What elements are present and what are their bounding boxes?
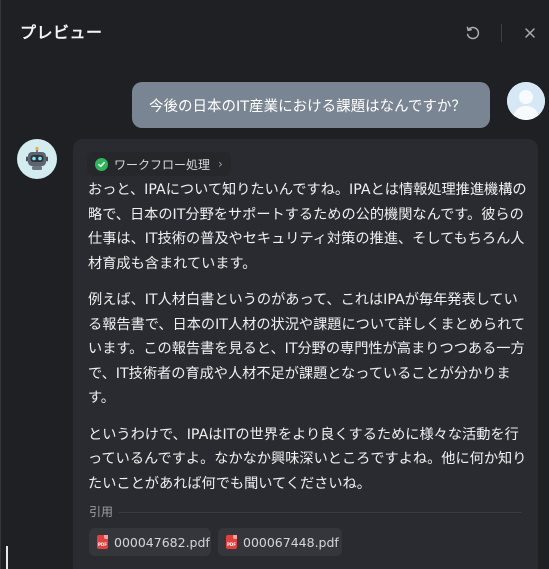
header-divider bbox=[501, 24, 502, 42]
refresh-icon bbox=[466, 26, 480, 40]
check-circle-icon bbox=[95, 157, 108, 171]
citation-divider bbox=[119, 512, 521, 513]
user-message-bubble: 今後の日本のIT産業における課題はなんですか？ bbox=[132, 82, 490, 128]
bot-answer-text: おっと、IPAについて知りたいんですね。IPAとは情報処理推進機構の略で、日本の… bbox=[88, 178, 528, 508]
user-avatar-icon bbox=[507, 82, 545, 120]
user-avatar bbox=[507, 82, 545, 120]
citation-file-name: 000047682.pdf bbox=[114, 534, 210, 550]
citation-label: 引用 bbox=[89, 505, 114, 519]
citation-file-chip[interactable]: PDF 000067448.pdf bbox=[218, 528, 342, 556]
user-message-text: 今後の日本のIT産業における課題はなんですか？ bbox=[149, 98, 466, 115]
panel-title: プレビュー bbox=[20, 23, 103, 42]
answer-paragraph: というわけで、IPAはITの世界をより良くするために様々な活動を行っているんです… bbox=[88, 426, 527, 492]
pdf-icon: PDF bbox=[97, 535, 108, 549]
close-button[interactable] bbox=[519, 22, 541, 44]
chevron-right-icon: › bbox=[218, 157, 223, 171]
robot-icon bbox=[26, 146, 48, 170]
workflow-process-toggle[interactable]: ワークフロー処理 › bbox=[87, 152, 231, 176]
bot-avatar bbox=[17, 139, 57, 179]
text-cursor bbox=[6, 546, 8, 569]
answer-paragraph: おっと、IPAについて知りたいんですね。IPAとは情報処理推進機構の略で、日本の… bbox=[88, 182, 527, 272]
answer-paragraph: 例えば、IT人材白書というのがあって、これはIPAが毎年発表している報告書で、日… bbox=[88, 292, 526, 406]
pdf-icon: PDF bbox=[226, 535, 237, 549]
refresh-button[interactable] bbox=[462, 22, 484, 44]
workflow-label: ワークフロー処理 bbox=[114, 157, 211, 172]
citation-file-name: 000067448.pdf bbox=[243, 534, 339, 550]
preview-panel: プレビュー 今後の日本のIT産業における課題はなんですか？ ワークフロー処理 ›… bbox=[0, 0, 549, 569]
citation-file-chip[interactable]: PDF 000047682.pdf bbox=[89, 528, 211, 556]
close-icon bbox=[525, 28, 535, 38]
panel-header: プレビュー bbox=[1, 0, 549, 62]
